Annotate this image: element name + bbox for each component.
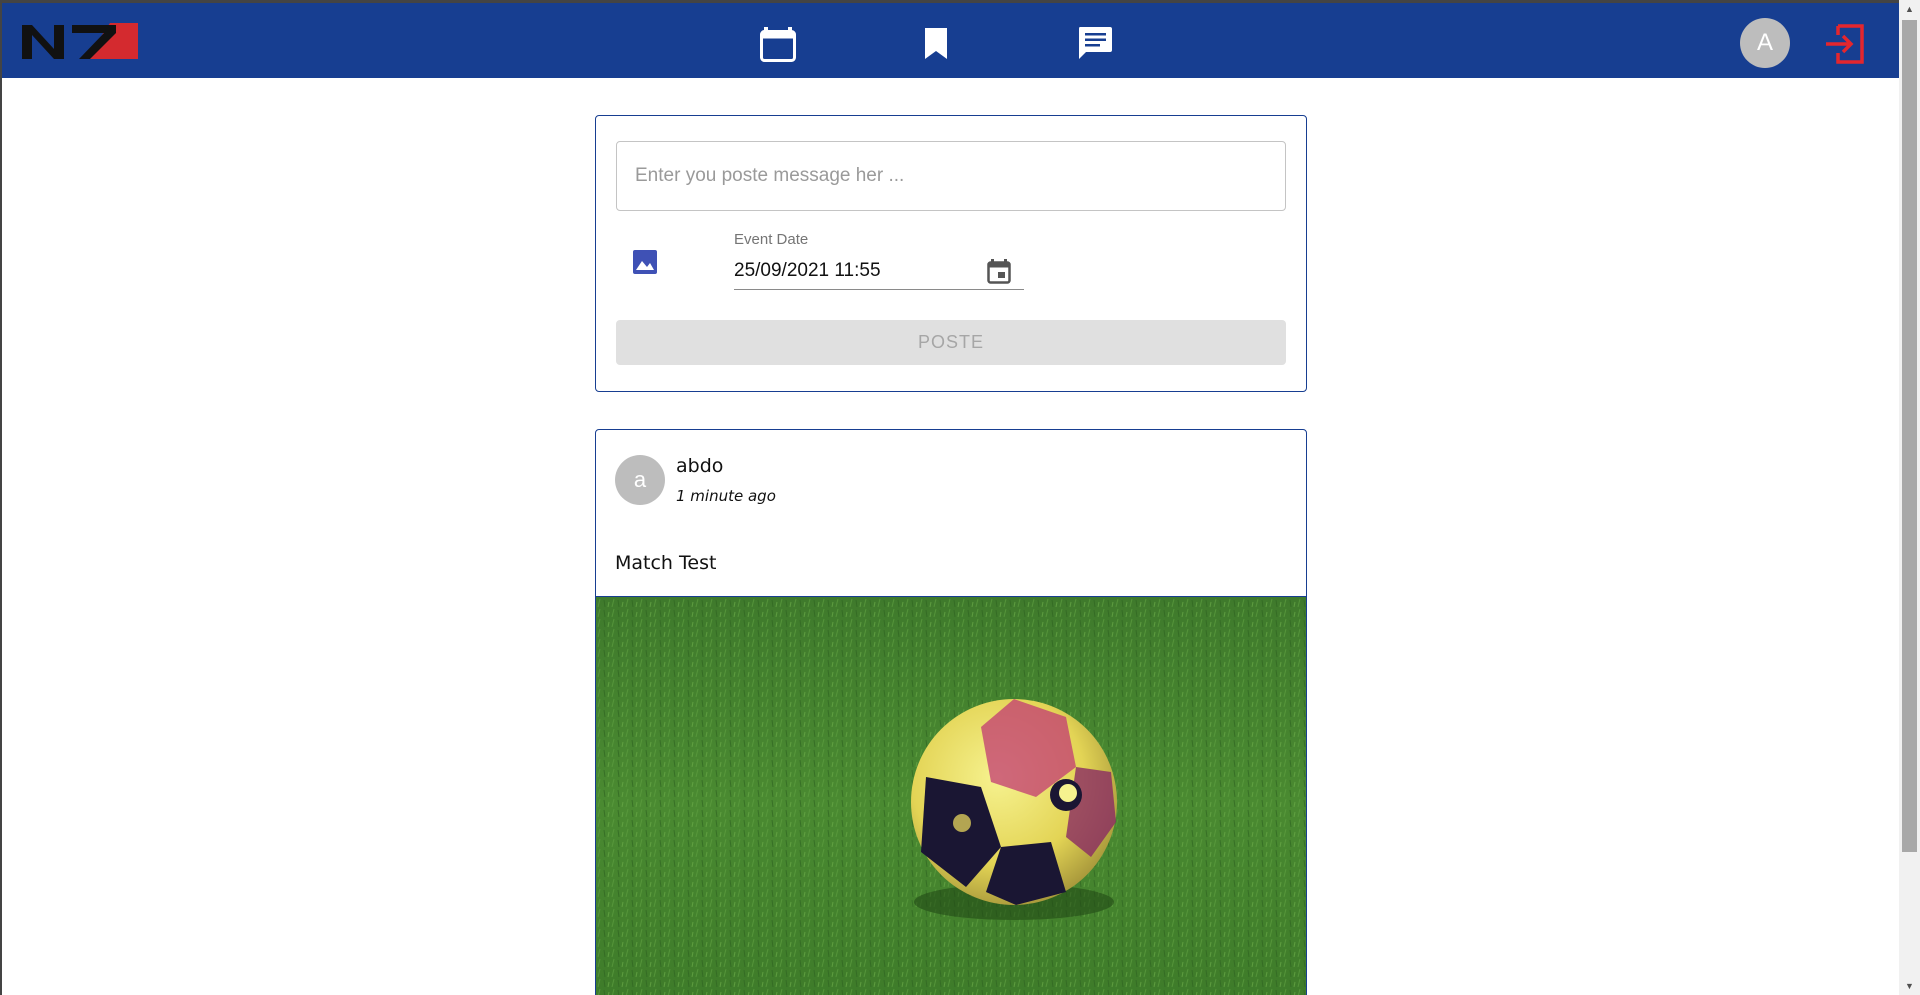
scroll-down-arrow[interactable]: ▼ — [1899, 977, 1920, 995]
user-avatar[interactable]: A — [1740, 18, 1790, 68]
poste-button[interactable]: POSTE — [616, 320, 1286, 365]
n7-logo[interactable] — [20, 21, 138, 63]
image-icon[interactable] — [631, 248, 659, 276]
chat-icon[interactable] — [1075, 23, 1115, 63]
event-date-label: Event Date — [734, 231, 809, 248]
post-composer-card: Event Date 25/09/2021 11:55 POSTE — [595, 115, 1307, 392]
top-navbar: A — [2, 3, 1899, 78]
bookmark-icon[interactable] — [916, 23, 956, 63]
post-text: Match Test — [615, 552, 717, 574]
logout-icon[interactable] — [1824, 23, 1866, 65]
calendar-icon[interactable] — [758, 23, 798, 63]
post-image[interactable] — [596, 596, 1306, 995]
calendar-icon[interactable] — [984, 256, 1014, 286]
avatar[interactable]: a — [615, 455, 665, 505]
post-message-input[interactable] — [616, 141, 1286, 211]
page-scrollbar[interactable]: ▲ ▼ — [1899, 0, 1920, 995]
post-timestamp: 1 minute ago — [676, 487, 776, 505]
scrollbar-thumb[interactable] — [1902, 20, 1917, 852]
scroll-up-arrow[interactable]: ▲ — [1899, 0, 1920, 18]
event-date-field[interactable]: 25/09/2021 11:55 — [734, 260, 881, 282]
event-date-underline — [734, 289, 1024, 290]
window-left-border — [0, 3, 2, 995]
post-author-name[interactable]: abdo — [676, 455, 723, 477]
post-card: a abdo 1 minute ago Match Test — [595, 429, 1307, 995]
